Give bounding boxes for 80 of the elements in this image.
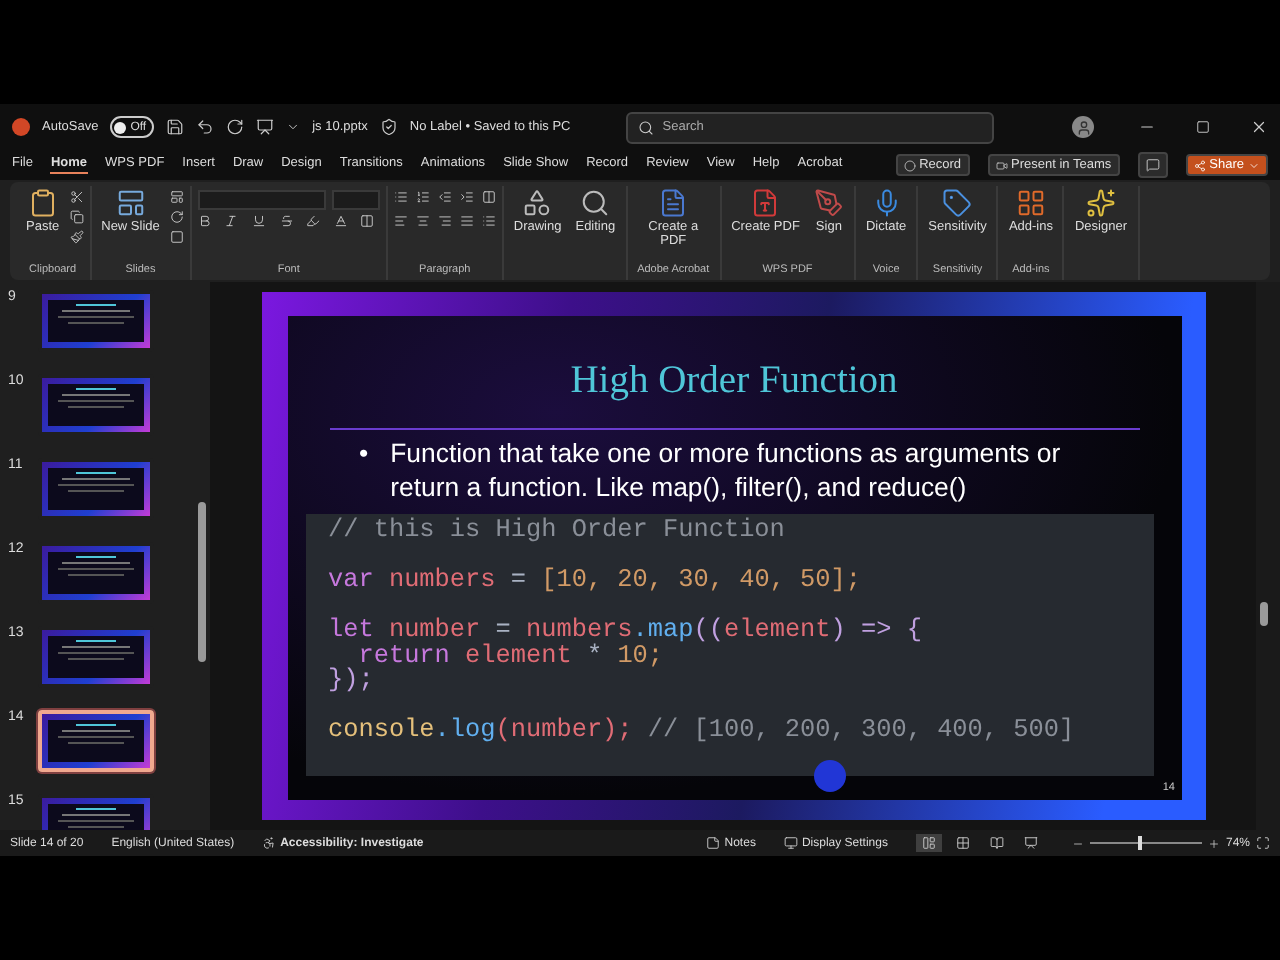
bullets-icon[interactable] <box>393 190 408 205</box>
slide-sorter-icon <box>955 836 970 851</box>
columns-icon[interactable] <box>481 190 496 205</box>
code-line: let number = numbers.map((element) => { <box>328 618 924 644</box>
sparkles-icon <box>1085 188 1116 219</box>
font-size-field[interactable] <box>331 190 380 211</box>
slide-thumbnail[interactable] <box>38 458 154 521</box>
save-icon[interactable] <box>166 118 185 137</box>
line-spacing-icon[interactable] <box>481 214 496 229</box>
zoom-in-icon[interactable] <box>1207 837 1220 850</box>
pdf-icon <box>750 188 781 219</box>
bullet-marker: • <box>359 436 369 473</box>
fit-slide-icon[interactable] <box>1256 836 1270 851</box>
slideshow-icon <box>1023 836 1038 851</box>
copy-icon[interactable] <box>69 210 84 225</box>
app-logo <box>12 118 30 137</box>
accessibility-icon <box>262 836 277 851</box>
slide-thumbnail[interactable] <box>38 374 154 437</box>
pen-icon <box>813 188 844 219</box>
align-right-icon[interactable] <box>437 214 452 229</box>
format-painter-icon[interactable] <box>69 230 84 245</box>
slide-thumbnail[interactable] <box>38 710 154 773</box>
reset-icon[interactable] <box>169 210 184 225</box>
close-icon[interactable] <box>1250 118 1268 137</box>
numbering-icon[interactable] <box>415 190 430 205</box>
code-line: var numbers = [10, 20, 30, 40, 50]; <box>328 568 863 594</box>
slide-layout-icon <box>115 188 146 219</box>
comment-icon <box>1145 158 1160 173</box>
shield-icon <box>379 118 398 137</box>
normal-view-icon <box>921 836 936 851</box>
italic-icon[interactable] <box>224 214 239 229</box>
slide-thumbnail[interactable] <box>38 626 154 689</box>
bullet-text: Function that take one or more functions as arguments or return a function. Like map(), filter(), and reduce() <box>390 436 1063 505</box>
indent-icon[interactable] <box>459 190 474 205</box>
cut-icon[interactable] <box>69 190 84 205</box>
underline-icon[interactable] <box>252 214 267 229</box>
user-avatar[interactable] <box>1072 116 1094 139</box>
view-button[interactable] <box>915 834 942 853</box>
strikethrough-icon[interactable] <box>279 214 294 229</box>
code-line: console.log(number); // [100, 200, 300, 400, 500] <box>328 718 1077 744</box>
font-color-icon[interactable] <box>333 214 348 229</box>
code-line: }); <box>328 668 376 694</box>
chevron-down-icon[interactable] <box>286 120 301 135</box>
maximize-icon[interactable] <box>1196 120 1210 135</box>
clipboard-icon <box>27 188 58 219</box>
code-line: // this is High Order Function <box>328 518 787 544</box>
bold-icon[interactable] <box>197 214 212 229</box>
redo-icon[interactable] <box>226 118 245 137</box>
reading-view-icon <box>989 836 1004 851</box>
chevron-down-icon <box>1248 159 1260 172</box>
presentation-icon[interactable] <box>256 118 275 137</box>
scrollbar-thumb[interactable] <box>198 502 206 663</box>
align-left-icon[interactable] <box>393 214 408 229</box>
scrollbar-thumb[interactable] <box>1260 602 1268 627</box>
justify-icon[interactable] <box>459 214 474 229</box>
monitor-icon <box>783 836 798 851</box>
microphone-icon <box>871 188 902 219</box>
highlighter-icon[interactable] <box>306 214 321 229</box>
video-icon <box>995 159 1008 172</box>
zoom-out-icon[interactable] <box>1071 837 1084 850</box>
undo-icon[interactable] <box>196 118 215 137</box>
tag-icon <box>942 188 973 219</box>
search-icon <box>638 119 655 136</box>
align-center-icon[interactable] <box>415 214 430 229</box>
slide-thumbnail[interactable] <box>38 290 154 353</box>
record-icon <box>903 159 916 172</box>
outdent-icon[interactable] <box>437 190 452 205</box>
section-icon[interactable] <box>169 230 184 245</box>
notes-icon <box>706 836 721 851</box>
slide-thumbnail[interactable] <box>38 542 154 605</box>
font-name-field[interactable] <box>197 190 326 211</box>
grid-icon <box>1015 188 1046 219</box>
document-icon <box>658 188 689 219</box>
layout-icon[interactable] <box>169 190 184 205</box>
slide-title: High Order Function <box>570 360 898 405</box>
shapes-icon <box>522 188 553 219</box>
comments-button[interactable] <box>1137 152 1168 179</box>
share-icon <box>1193 159 1206 172</box>
code-line: return element * 10; <box>358 643 664 669</box>
search-icon <box>580 188 611 219</box>
